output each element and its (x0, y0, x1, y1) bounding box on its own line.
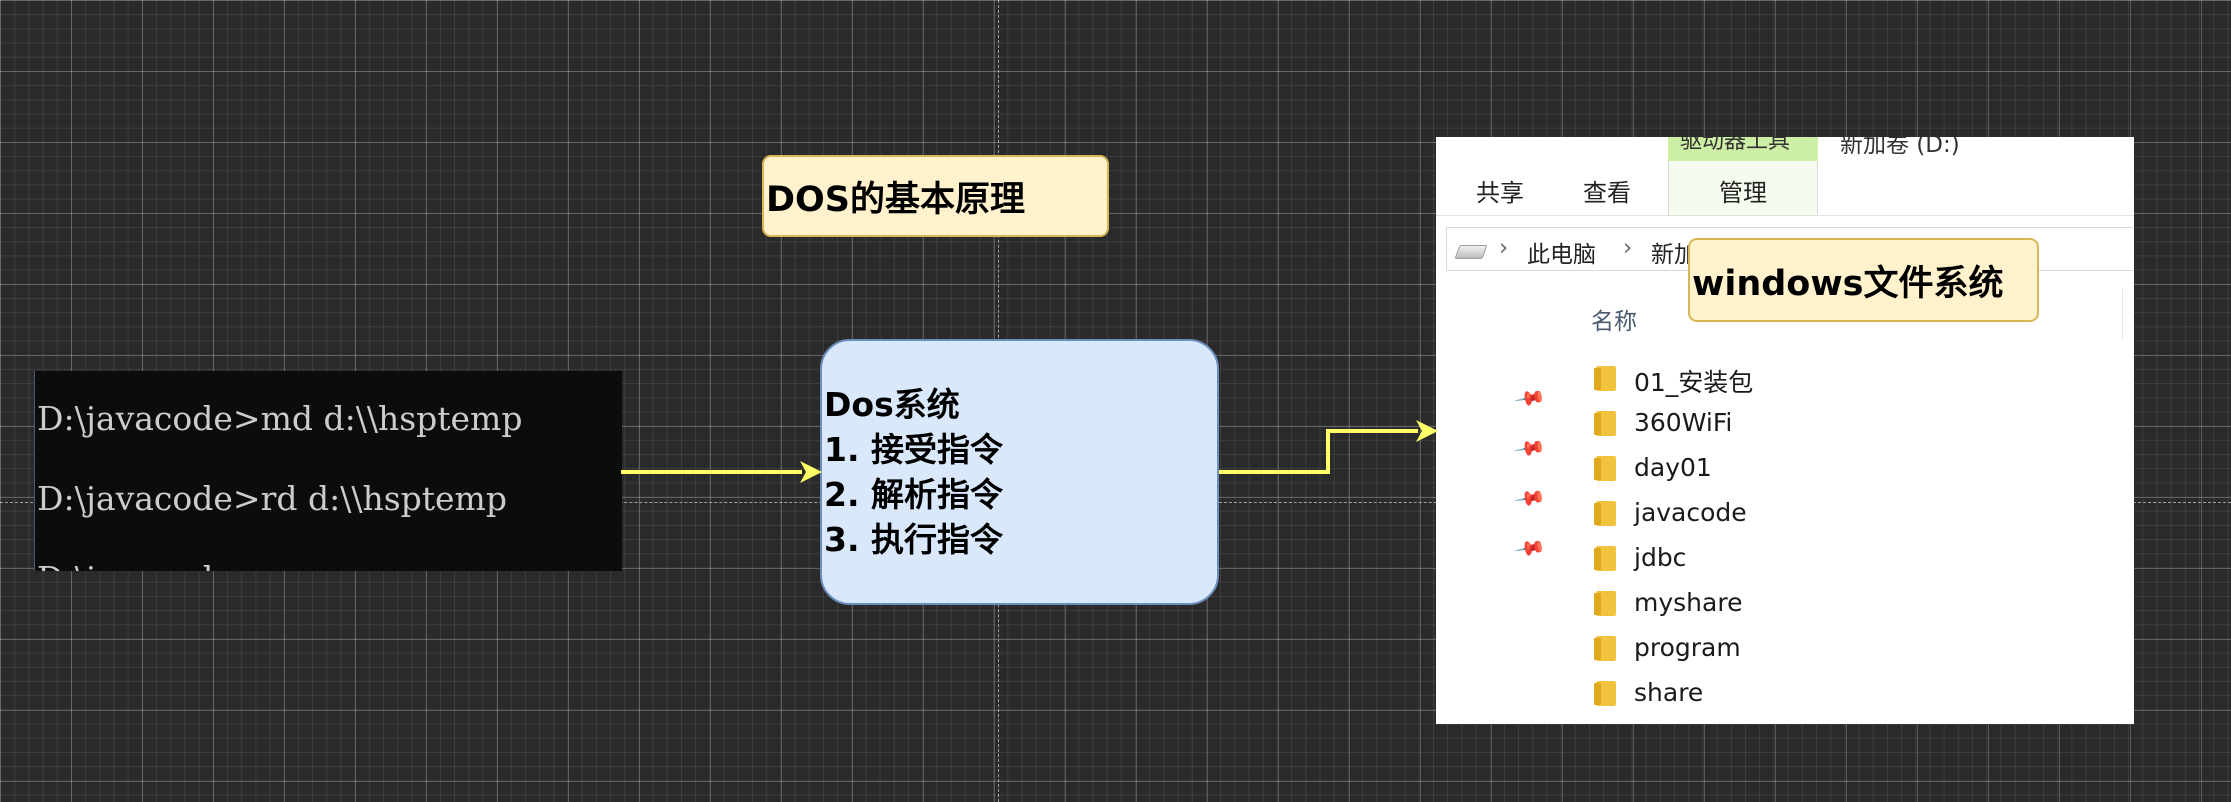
arrow-cmd-to-dos (621, 461, 822, 483)
connector-arrows (621, 420, 1438, 483)
arrow-dos-to-windows (1219, 420, 1438, 474)
